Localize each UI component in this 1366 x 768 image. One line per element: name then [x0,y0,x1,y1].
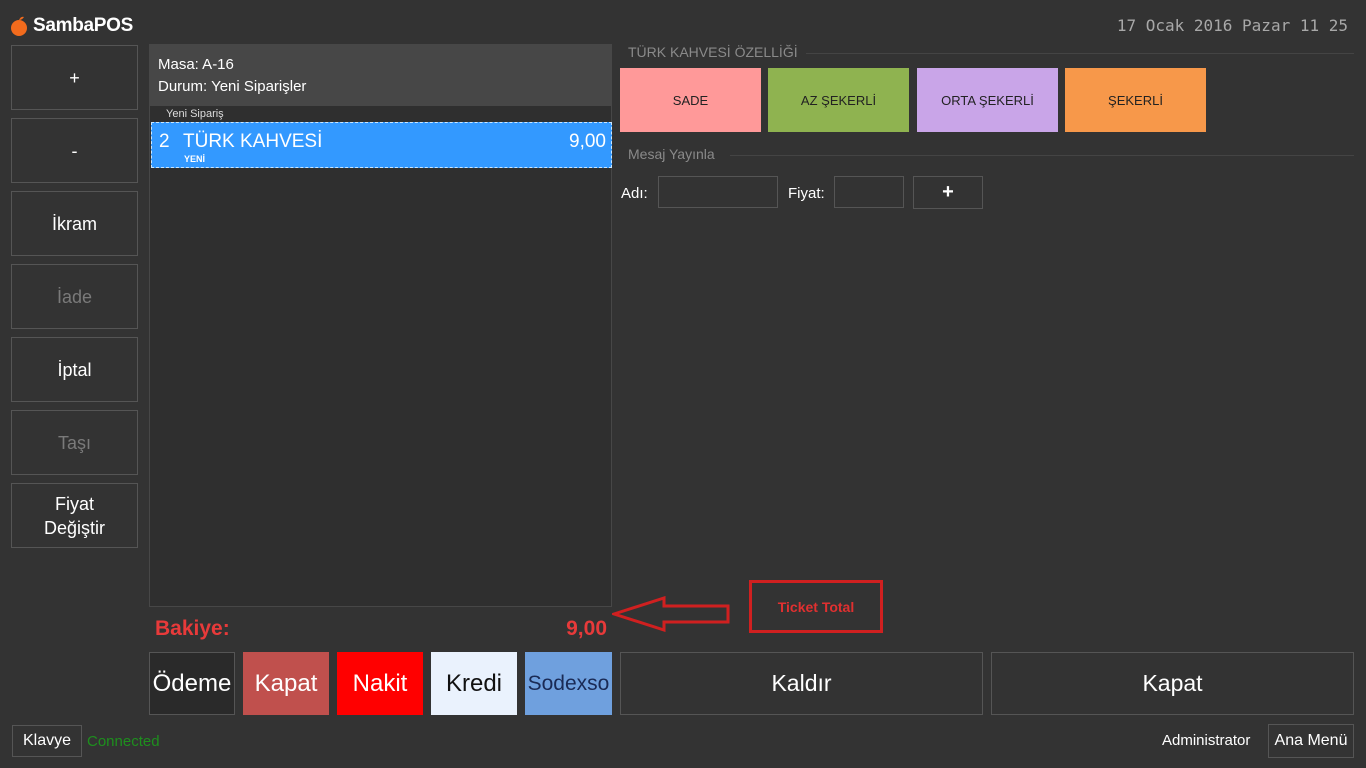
close-ticket-button[interactable]: Kapat [243,652,329,715]
plus-icon: + [942,181,954,203]
property-sade-button[interactable]: SADE [620,68,761,132]
keyboard-button[interactable]: Klavye [12,725,82,757]
connection-status: Connected [87,733,160,750]
add-message-button[interactable]: + [913,176,983,209]
cash-button[interactable]: Nakit [337,652,423,715]
property-orta-sekerli-button[interactable]: ORTA ŞEKERLİ [917,68,1058,132]
app-name: SambaPOS [33,15,134,36]
remove-button[interactable]: Kaldır [620,652,983,715]
main-menu-button[interactable]: Ana Menü [1268,724,1354,758]
change-price-button[interactable]: Fiyat Değiştir [11,483,138,548]
annotation-arrow-icon [612,596,730,632]
properties-divider [806,53,1354,54]
balance-value: 9,00 [566,617,607,640]
close-button[interactable]: Kapat [991,652,1354,715]
properties-title: TÜRK KAHVESİ ÖZELLİĞİ [628,44,798,60]
message-divider [730,155,1354,156]
order-row[interactable]: 2 TÜRK KAHVESİ 9,00 YENİ [151,122,612,168]
table-label: Masa: A-16 [158,56,234,73]
name-label: Adı: [621,185,648,202]
sambapos-logo-icon [11,16,27,36]
order-price: 9,00 [569,131,606,152]
ticket-status: Durum: Yeni Siparişler [158,78,307,95]
cancel-button[interactable]: İptal [11,337,138,402]
price-input[interactable] [834,176,904,208]
order-group-label: Yeni Sipariş [166,108,224,120]
return-button[interactable]: İade [11,264,138,329]
current-user: Administrator [1162,732,1251,749]
ticket-header: Masa: A-16 Durum: Yeni Siparişler [150,45,611,106]
app-logo: SambaPOS [8,12,133,40]
message-title: Mesaj Yayınla [628,146,715,162]
property-sekerli-button[interactable]: ŞEKERLİ [1065,68,1206,132]
increase-quantity-button[interactable]: + [11,45,138,110]
order-state: YENİ [184,154,206,164]
name-input[interactable] [658,176,778,208]
ticket-total-annotation-text: Ticket Total [777,598,855,615]
property-az-sekerli-button[interactable]: AZ ŞEKERLİ [768,68,909,132]
ticket-total-annotation: Ticket Total [749,580,883,633]
balance-label: Bakiye: [155,617,230,640]
move-button[interactable]: Taşı [11,410,138,475]
order-quantity: 2 [159,131,170,152]
ticket-panel: Masa: A-16 Durum: Yeni Siparişler Yeni S… [149,44,612,607]
decrease-quantity-button[interactable]: - [11,118,138,183]
order-name: TÜRK KAHVESİ [183,131,323,152]
datetime-display: 17 Ocak 2016 Pazar 11 25 [1116,16,1348,35]
sodexso-button[interactable]: Sodexso [525,652,612,715]
price-label: Fiyat: [788,185,825,202]
payment-button[interactable]: Ödeme [149,652,235,715]
credit-button[interactable]: Kredi [431,652,517,715]
gift-button[interactable]: İkram [11,191,138,256]
